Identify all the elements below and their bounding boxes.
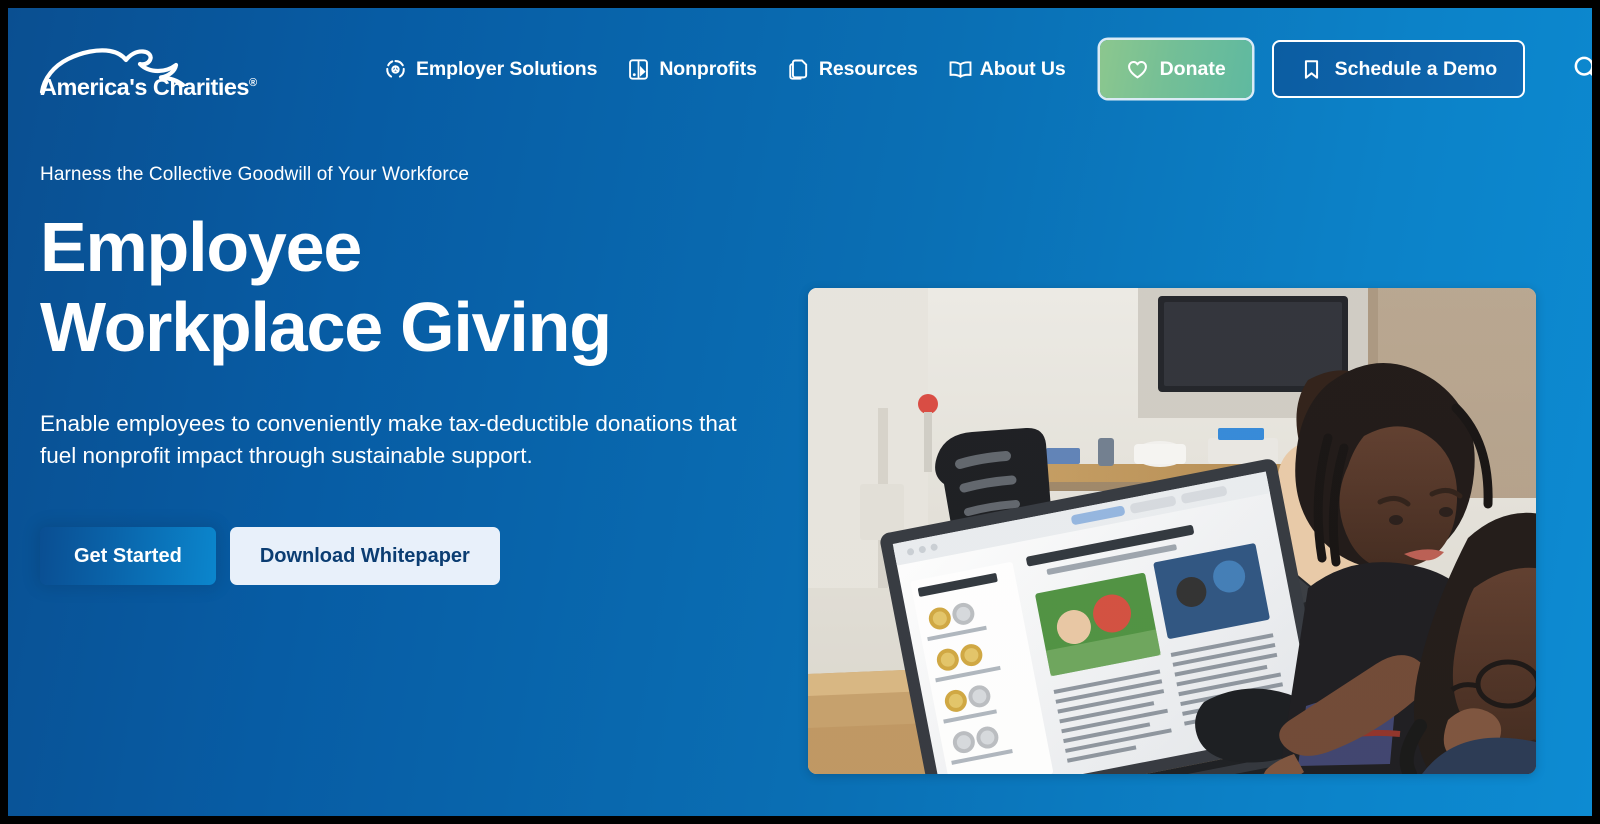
nav-label: Nonprofits (659, 57, 757, 80)
hero-image-container (808, 288, 1536, 774)
hero-photo-office-collaboration (808, 288, 1536, 774)
site-header: America's Charities® Employer Solutions … (8, 8, 1592, 130)
registered-mark: ® (249, 77, 257, 90)
americas-charities-logo[interactable]: America's Charities® (38, 38, 257, 100)
primary-navigation: Employer Solutions Nonprofits Resources … (384, 58, 1066, 81)
donate-label: Donate (1159, 57, 1226, 80)
header-actions: Donate Schedule a Demo (1099, 40, 1592, 98)
bookmark-icon (1300, 58, 1323, 81)
search-icon[interactable] (1571, 53, 1592, 85)
nav-item-employer-solutions[interactable]: Employer Solutions (384, 58, 597, 81)
hero-subtitle: Enable employees to conveniently make ta… (40, 410, 737, 468)
open-book-icon (948, 58, 972, 81)
nav-label: About Us (979, 57, 1066, 80)
nav-item-about-us[interactable]: About Us (948, 58, 1066, 81)
hero-cta-row: Get Started Download Whitepaper (40, 527, 810, 586)
schedule-demo-label: Schedule a Demo (1334, 57, 1498, 80)
nav-label: Employer Solutions (416, 57, 598, 80)
copy-documents-icon (787, 58, 810, 81)
get-started-button[interactable]: Get Started (40, 527, 216, 586)
hero-section: Harness the Collective Goodwill of Your … (8, 130, 1592, 774)
logo-wordmark: America's Charities® (40, 74, 257, 100)
nav-item-nonprofits[interactable]: Nonprofits (627, 58, 757, 81)
hero-eyebrow: Harness the Collective Goodwill of Your … (40, 164, 470, 185)
hero-copy: Harness the Collective Goodwill of Your … (40, 130, 810, 586)
page-root: America's Charities® Employer Solutions … (8, 8, 1592, 816)
network-hub-icon (384, 58, 407, 81)
document-shape-icon (627, 58, 650, 81)
page-title: Employee Workplace Giving (40, 208, 612, 366)
heart-icon (1126, 58, 1149, 81)
nav-label: Resources (818, 57, 918, 80)
donate-button[interactable]: Donate (1099, 40, 1252, 98)
download-whitepaper-button[interactable]: Download Whitepaper (229, 527, 500, 586)
nav-item-resources[interactable]: Resources (787, 58, 918, 81)
schedule-demo-button[interactable]: Schedule a Demo (1271, 40, 1526, 98)
